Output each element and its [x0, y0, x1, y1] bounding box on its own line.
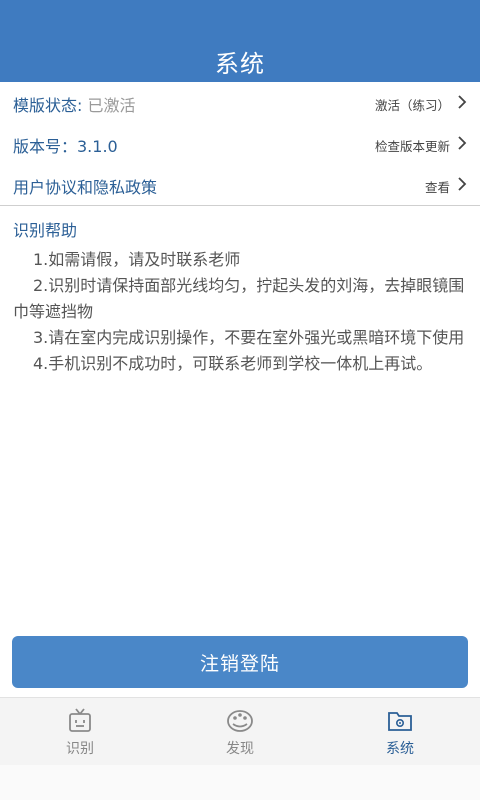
- template-status-value: 已激活: [87, 96, 136, 115]
- tv-icon: [69, 708, 91, 732]
- chevron-right-icon: [458, 177, 467, 191]
- gear-folder-icon: [388, 712, 412, 731]
- palette-icon: [227, 710, 253, 732]
- chevron-right-icon: [458, 136, 467, 150]
- help-item: 4.手机识别不成功时，可联系老师到学校一体机上再试。: [33, 354, 433, 373]
- logout-button[interactable]: 注销登陆: [12, 636, 468, 688]
- bottom-strip: [0, 765, 480, 800]
- top-app-bar: 系统: [0, 0, 480, 82]
- help-item: 3.请在室内完成识别操作，不要在室外强光或黑暗环境下使用: [33, 328, 465, 347]
- privacy-policy-label: 用户协议和隐私政策: [13, 178, 158, 197]
- tab-discover[interactable]: 发现: [160, 698, 320, 766]
- help-title: 识别帮助: [13, 221, 78, 240]
- check-update-link[interactable]: 检查版本更新: [375, 136, 450, 155]
- page-title: 系统: [215, 50, 265, 78]
- tab-label: 发现: [226, 741, 254, 757]
- tab-recognize[interactable]: 识别: [0, 698, 160, 766]
- version-label: 版本号：3.1.0: [13, 137, 118, 156]
- tab-system[interactable]: 系统: [320, 698, 480, 766]
- activate-practice-link[interactable]: 激活（练习）: [375, 95, 450, 114]
- recognition-help: 识别帮助 1.如需请假，请及时联系老师 2.识别时请保持面部光线均匀，拧起头发的…: [0, 205, 480, 377]
- template-status-label: 模版状态:: [13, 96, 83, 115]
- help-item: 1.如需请假，请及时联系老师: [33, 250, 241, 269]
- row-version[interactable]: 版本号：3.1.0 检查版本更新: [0, 123, 480, 165]
- tab-label: 系统: [386, 741, 414, 757]
- view-link[interactable]: 查看: [425, 177, 450, 196]
- row-privacy-policy[interactable]: 用户协议和隐私政策 查看: [0, 164, 480, 206]
- chevron-right-icon: [458, 95, 467, 109]
- bottom-tab-bar: 识别 发现 系统: [0, 697, 480, 765]
- tab-label: 识别: [66, 741, 94, 757]
- help-item: 2.识别时请保持面部光线均匀，拧起头发的刘海，去掉眼镜围巾等遮挡物: [13, 276, 465, 321]
- row-template-status[interactable]: 模版状态: 已激活 激活（练习）: [0, 82, 480, 124]
